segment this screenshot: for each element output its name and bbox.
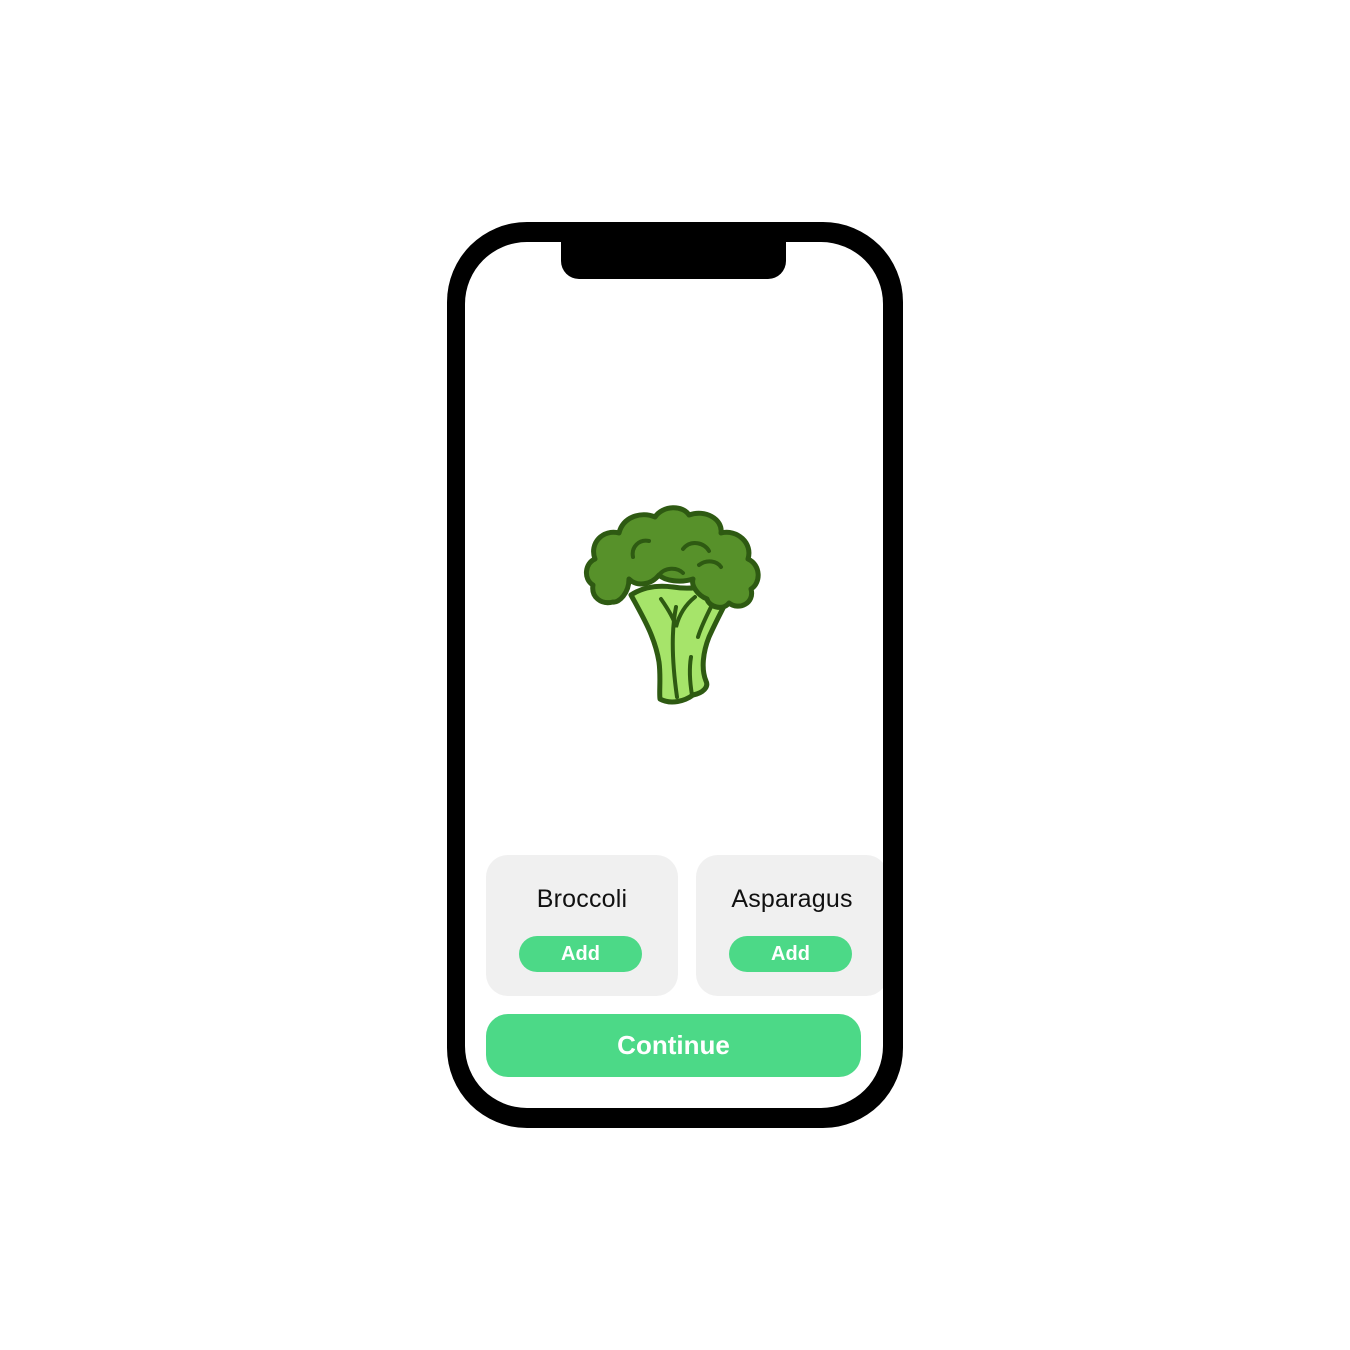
phone-screen: Broccoli Add Asparagus Add Continue <box>465 242 883 1108</box>
phone-frame: Broccoli Add Asparagus Add Continue <box>447 222 903 1128</box>
add-asparagus-button[interactable]: Add <box>729 936 852 972</box>
canvas: Broccoli Add Asparagus Add Continue <box>0 0 1350 1350</box>
broccoli-icon <box>573 487 773 707</box>
product-title: Broccoli <box>536 885 628 913</box>
product-card-broccoli: Broccoli Add <box>486 855 678 996</box>
product-card-asparagus: Asparagus Add <box>696 855 883 996</box>
phone-notch <box>561 242 786 279</box>
continue-button[interactable]: Continue <box>486 1014 861 1077</box>
add-broccoli-button[interactable]: Add <box>519 936 642 972</box>
product-title: Asparagus <box>731 885 853 913</box>
